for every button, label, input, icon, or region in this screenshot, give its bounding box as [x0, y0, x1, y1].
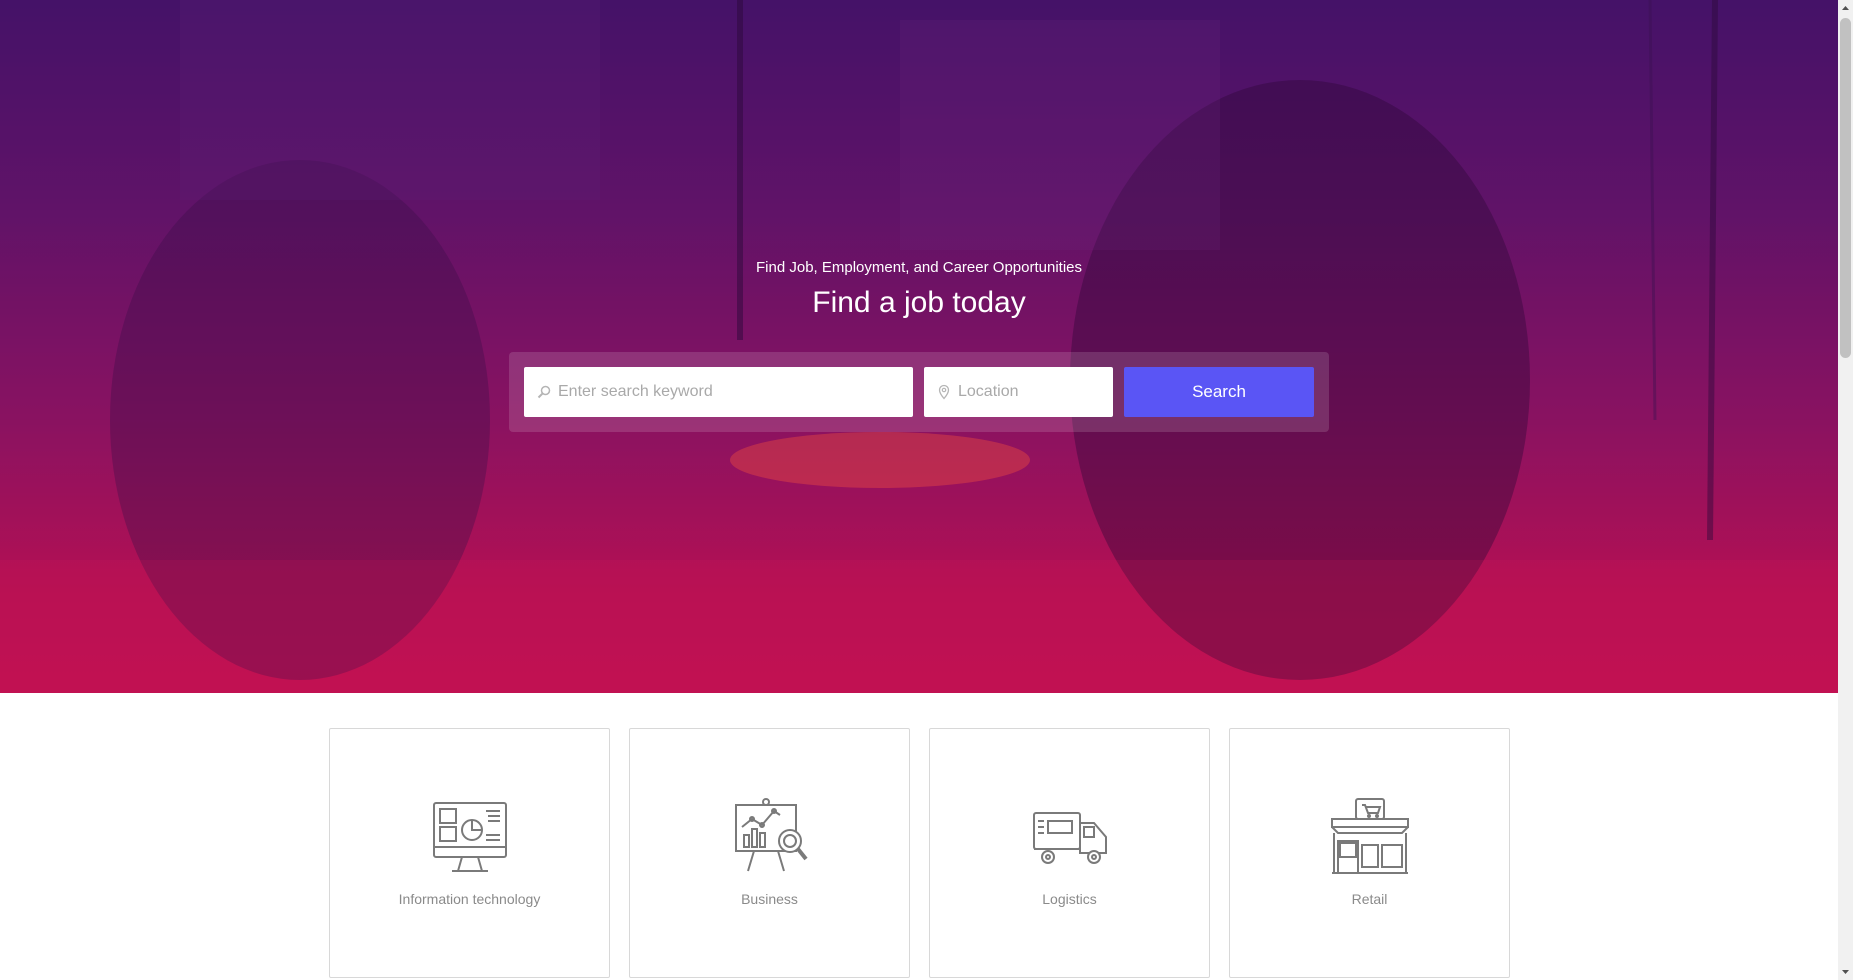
category-card-retail[interactable]: Retail: [1229, 728, 1510, 978]
computer-monitor-icon: [433, 802, 507, 872]
presentation-chart-icon: [735, 798, 808, 872]
vertical-scrollbar[interactable]: [1838, 0, 1853, 980]
category-label: Information technology: [398, 891, 541, 907]
page-title: Find a job today: [812, 286, 1026, 319]
category-card-information-technology[interactable]: Information technology: [329, 728, 610, 978]
page-content: Find Job, Employment, and Career Opportu…: [0, 0, 1838, 980]
scroll-up-arrow-icon[interactable]: [1838, 0, 1853, 17]
search-panel: Search: [509, 352, 1329, 432]
category-card-logistics[interactable]: Logistics: [929, 728, 1210, 978]
scroll-down-arrow-icon[interactable]: [1838, 963, 1853, 980]
scrollbar-thumb[interactable]: [1840, 18, 1851, 358]
location-pin-icon: [938, 384, 950, 400]
search-icon: [537, 385, 551, 399]
hero-section: Find Job, Employment, and Career Opportu…: [0, 0, 1838, 693]
category-label: Retail: [1351, 891, 1388, 907]
categories-section: Information technology Business Logistic…: [329, 728, 1510, 980]
location-field[interactable]: [924, 367, 1113, 417]
location-input[interactable]: [958, 367, 1113, 417]
search-input[interactable]: [558, 367, 913, 417]
keyword-field[interactable]: [524, 367, 913, 417]
category-card-business[interactable]: Business: [629, 728, 910, 978]
delivery-truck-icon: [1033, 812, 1107, 864]
search-button[interactable]: Search: [1124, 367, 1314, 417]
hero-content: Find Job, Employment, and Career Opportu…: [0, 0, 1838, 693]
hero-subtitle: Find Job, Employment, and Career Opportu…: [756, 259, 1082, 276]
storefront-icon: [1331, 798, 1409, 874]
category-label: Business: [741, 891, 798, 907]
category-label: Logistics: [1042, 891, 1097, 907]
page: Find Job, Employment, and Career Opportu…: [0, 0, 1853, 980]
